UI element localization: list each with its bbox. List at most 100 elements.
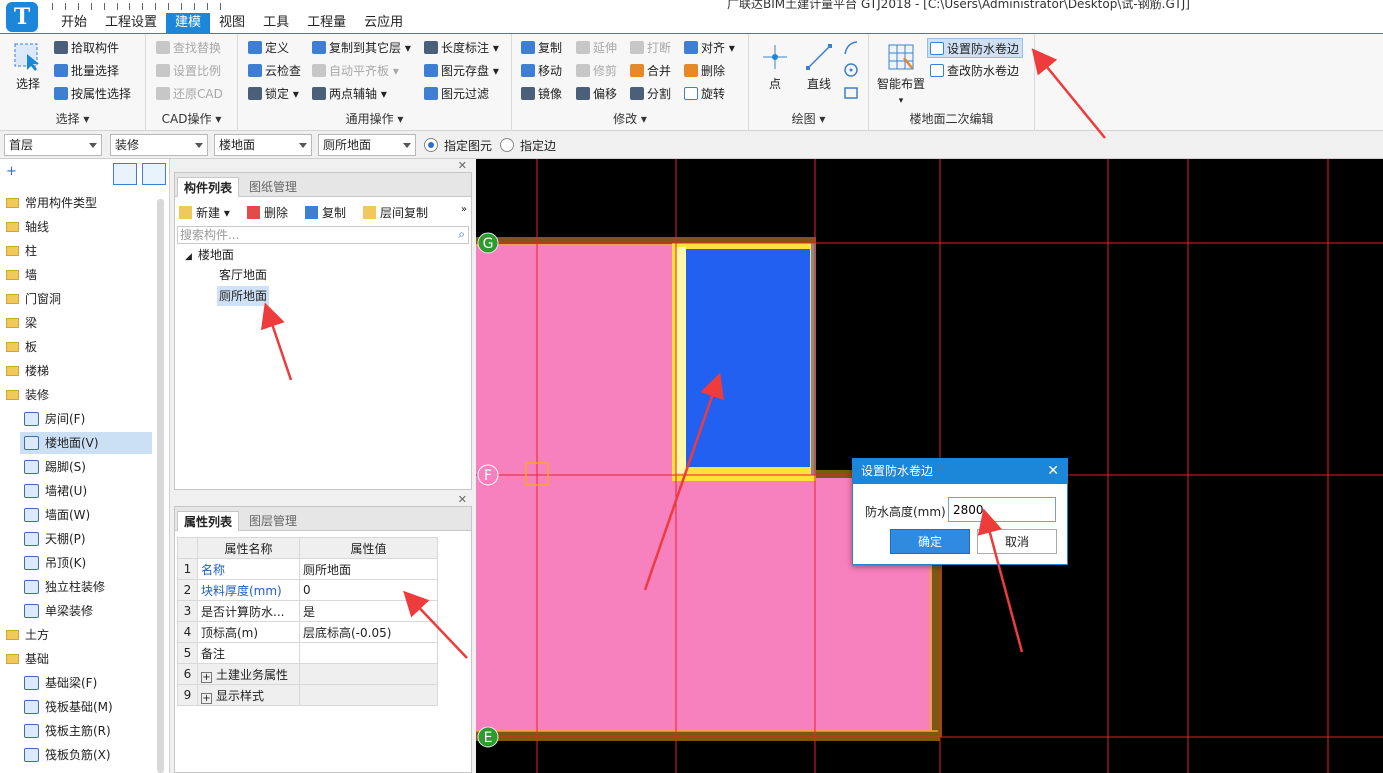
sidebar-item-16[interactable]: 独立柱装修 [20, 576, 152, 598]
sidebar-item-14[interactable]: 天棚(P) [20, 528, 152, 550]
sidebar-item-5[interactable]: 梁 [6, 312, 152, 334]
tab-component-list[interactable]: 构件列表 [177, 177, 240, 197]
layer-copy-button[interactable]: 层间复制 [363, 203, 428, 223]
rectangle-icon[interactable] [843, 85, 859, 101]
sidebar-item-4[interactable]: 门窗洞 [6, 288, 152, 310]
property-value[interactable]: 厕所地面 [299, 558, 438, 580]
component-select[interactable]: 厕所地面 [318, 134, 416, 156]
set-scale-button[interactable]: 设置比例 [156, 61, 221, 81]
mirror-button[interactable]: 镜像 [521, 84, 562, 104]
table-row[interactable]: 4 顶标高(m) 层底标高(-0.05) [177, 621, 438, 643]
floor-region-toilet[interactable] [686, 249, 810, 467]
undo-icon[interactable] [129, 3, 144, 10]
collapse-icon[interactable]: ◢ [185, 252, 192, 262]
sidebar-item-6[interactable]: 板 [6, 336, 152, 358]
open-icon[interactable] [103, 3, 118, 10]
property-value[interactable]: 0 [299, 579, 438, 601]
copy-to-layer-button[interactable]: 复制到其它层 ▾ [312, 38, 411, 58]
tab-drawing-management[interactable]: 图纸管理 [243, 177, 303, 197]
batch-select-button[interactable]: 批量选择 [54, 61, 119, 81]
sidebar-item-2[interactable]: 柱 [6, 240, 152, 262]
rotate-button[interactable]: 旋转 [684, 84, 725, 104]
ok-button[interactable]: 确定 [890, 529, 970, 554]
tree-item-living-floor[interactable]: 客厅地面 [219, 265, 267, 285]
close-icon[interactable]: ✕ [458, 159, 467, 172]
two-point-axis-button[interactable]: 两点辅轴 ▾ [312, 84, 387, 104]
property-value[interactable]: 是 [299, 600, 438, 622]
tab-property-list[interactable]: 属性列表 [177, 511, 240, 531]
split-button[interactable]: 分割 [630, 84, 671, 104]
pick-component-button[interactable]: 拾取构件 [54, 38, 119, 58]
cloud-check-button[interactable]: 云检查 [248, 61, 301, 81]
cancel-button[interactable]: 取消 [977, 529, 1057, 554]
expand-icon[interactable]: + [201, 692, 212, 704]
sidebar-item-0[interactable]: 常用构件类型 [6, 192, 152, 214]
restore-cad-button[interactable]: 还原CAD [156, 84, 223, 104]
sidebar-item-10[interactable]: 楼地面(V) [20, 432, 152, 454]
search-icon[interactable]: ⌕ [458, 227, 465, 242]
find-replace-button[interactable]: 查找替换 [156, 38, 221, 58]
wall-bottom[interactable] [476, 731, 940, 741]
element-save-button[interactable]: 图元存盘 ▾ [424, 61, 499, 81]
copy-component-button[interactable]: 复制 [305, 203, 346, 223]
radio-specify-edge[interactable] [500, 138, 514, 152]
redo-icon[interactable] [155, 3, 170, 10]
close-icon[interactable]: ✕ [458, 493, 467, 506]
sum-icon[interactable] [181, 3, 196, 10]
define-button[interactable]: 定义 [248, 38, 289, 58]
element-filter-button[interactable]: 图元过滤 [424, 84, 489, 104]
tree-item-toilet-floor[interactable]: 厕所地面 [217, 286, 270, 306]
merge-button[interactable]: 合并 [630, 61, 671, 81]
tab-quantities[interactable]: 工程量 [298, 13, 355, 33]
draw-point-button[interactable]: 点 [759, 42, 791, 92]
tab-modeling[interactable]: 建模 [166, 13, 211, 33]
smart-layout-button[interactable]: 智能布置 ▾ [875, 42, 927, 106]
circle-icon[interactable] [843, 62, 859, 78]
save-as-icon[interactable] [77, 3, 92, 10]
type-select[interactable]: 楼地面 [214, 134, 312, 156]
radio-specify-element[interactable] [424, 138, 438, 152]
table-row[interactable]: 2 块料厚度(mm) 0 [177, 579, 438, 601]
table-row[interactable]: 5 备注 [177, 642, 438, 664]
tree-root-floor[interactable]: ◢ 楼地面 [185, 245, 234, 265]
tab-view[interactable]: 视图 [210, 13, 254, 33]
sidebar-item-3[interactable]: 墙 [6, 264, 152, 286]
set-waterproof-edge-button[interactable]: 设置防水卷边 [927, 38, 1024, 58]
tab-cloud[interactable]: 云应用 [355, 13, 412, 33]
break-button[interactable]: 打断 [630, 38, 671, 58]
offset-button[interactable]: 偏移 [576, 84, 617, 104]
copy-button[interactable]: 复制 [521, 38, 562, 58]
tab-start[interactable]: 开始 [52, 13, 96, 33]
sidebar-item-1[interactable]: 轴线 [6, 216, 152, 238]
category-select[interactable]: 装修 [110, 134, 208, 156]
sidebar-item-8[interactable]: 装修 [6, 384, 152, 406]
delete-button[interactable]: 删除 [684, 61, 725, 81]
list-view-icon[interactable] [113, 163, 137, 185]
property-value[interactable] [299, 642, 438, 664]
table-row[interactable]: 9 + 显示样式 [177, 684, 438, 706]
save-icon[interactable] [52, 3, 66, 10]
table-row[interactable]: 1 名称 厕所地面 [177, 558, 438, 580]
sidebar-item-18[interactable]: 土方 [6, 624, 152, 646]
move-button[interactable]: 移动 [521, 61, 562, 81]
edit-waterproof-edge-button[interactable]: 查改防水卷边 [930, 61, 1019, 81]
summary-icon[interactable] [206, 3, 221, 10]
more-tools-icon[interactable]: » [461, 204, 467, 215]
sidebar-item-9[interactable]: 房间(F) [20, 408, 152, 430]
sidebar-item-21[interactable]: 筏板基础(M) [20, 696, 152, 718]
close-icon[interactable]: ✕ [1047, 459, 1059, 484]
sidebar-item-12[interactable]: 墙裙(U) [20, 480, 152, 502]
expand-icon[interactable]: + [201, 671, 212, 683]
auto-flat-slab-button[interactable]: 自动平齐板 ▾ [312, 61, 399, 81]
sidebar-item-15[interactable]: 吊顶(K) [20, 552, 152, 574]
table-row[interactable]: 6 + 土建业务属性 [177, 663, 438, 685]
select-button[interactable]: 选择 [10, 42, 46, 92]
tab-project-settings[interactable]: 工程设置 [96, 13, 166, 33]
lock-button[interactable]: 锁定 ▾ [248, 84, 299, 104]
floor-region-left[interactable] [476, 243, 676, 737]
align-button[interactable]: 对齐 ▾ [684, 38, 735, 58]
grid-view-icon[interactable] [142, 163, 166, 185]
sidebar-item-19[interactable]: 基础 [6, 648, 152, 670]
add-sparkle-icon[interactable]: + [6, 164, 17, 179]
waterproof-height-input[interactable] [948, 497, 1056, 522]
